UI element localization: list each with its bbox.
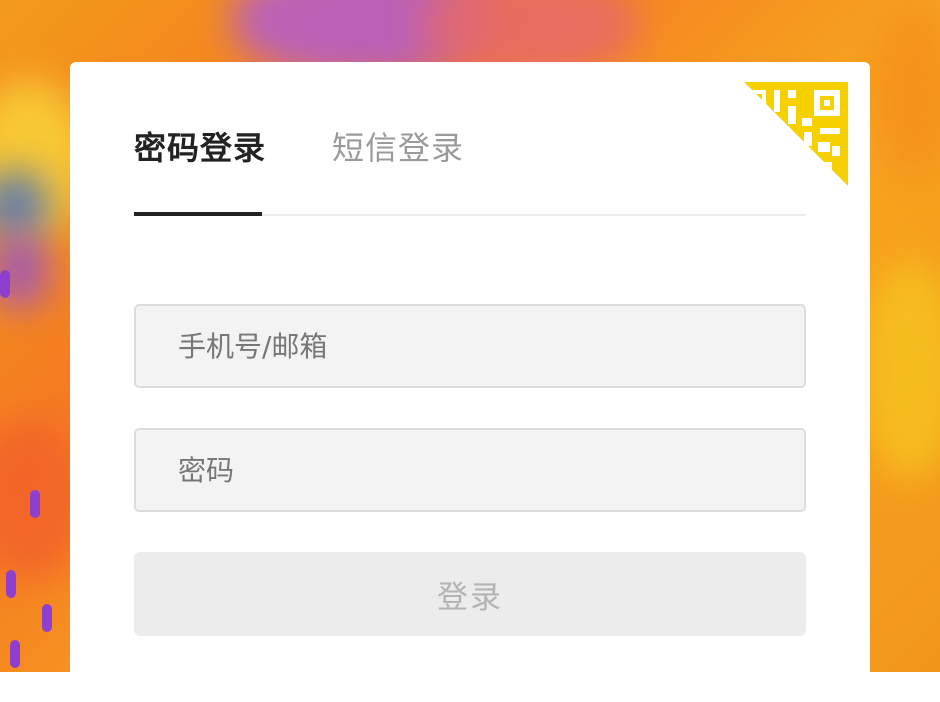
active-tab-indicator: [134, 212, 262, 216]
login-button[interactable]: 登录: [134, 552, 806, 636]
bg-purple-drop-2: [6, 570, 16, 598]
bg-purple-drop-4: [10, 640, 20, 668]
bg-purple-drop-3: [42, 604, 52, 632]
password-field: [134, 428, 806, 512]
tab-password-login[interactable]: 密码登录: [134, 128, 266, 168]
account-input[interactable]: [136, 306, 804, 386]
bg-purple-drop-5: [0, 270, 10, 298]
login-tabs: 密码登录 短信登录: [134, 124, 806, 216]
bg-purple-drop-1: [30, 490, 40, 518]
password-input[interactable]: [136, 430, 804, 510]
tab-sms-login[interactable]: 短信登录: [332, 128, 464, 168]
account-field: [134, 304, 806, 388]
login-card: 密码登录 短信登录 登录: [70, 62, 870, 702]
bg-orange-right-blob: [870, 0, 940, 180]
bg-yellow-right-blob: [860, 260, 940, 480]
